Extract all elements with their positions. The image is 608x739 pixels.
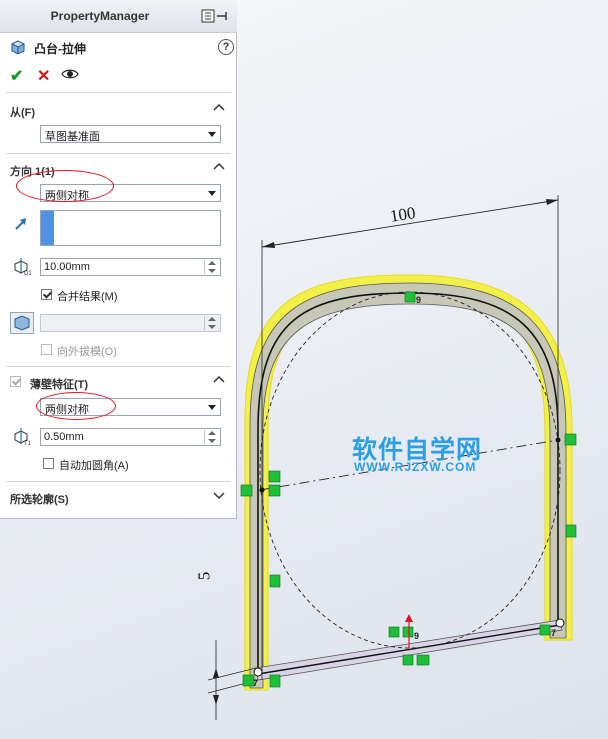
cancel-icon[interactable]: ✕ (37, 66, 50, 86)
depth-input[interactable]: 10.00mm (40, 258, 221, 276)
draft-angle-input (40, 314, 221, 332)
depth-spinner[interactable] (204, 260, 219, 274)
thickness-icon: T1 (14, 428, 32, 446)
collapse-chevron-icon[interactable] (213, 102, 225, 114)
auto-fillet-label: 自动加圆角(A) (59, 460, 129, 472)
expand-chevron-icon[interactable] (213, 489, 225, 501)
help-icon[interactable]: ? (218, 39, 234, 55)
direction-selection-box[interactable] (40, 210, 221, 246)
section-selected-contours[interactable]: 所选轮廓(S) (0, 487, 237, 509)
dimension-height[interactable]: 5 (194, 572, 214, 581)
ok-icon[interactable]: ✔ (10, 66, 23, 86)
thickness-spinner[interactable] (204, 430, 219, 444)
depth-icon: D1 (14, 258, 32, 276)
watermark-url: WWW.RJZXW.COM (354, 460, 477, 474)
annotation-circle (36, 392, 116, 420)
chevron-down-icon (208, 191, 216, 196)
collapse-chevron-icon[interactable] (213, 161, 225, 173)
relation-tag-top: 9 (416, 295, 422, 305)
annotation-circle (16, 170, 114, 202)
relation-tag-left: 7 (253, 678, 259, 688)
feature-title: 凸台-拉伸 (34, 42, 86, 56)
collapse-chevron-icon[interactable] (213, 374, 225, 386)
svg-text:D1: D1 (24, 271, 32, 276)
section-thin-feature-label: 薄壁特征(T) (30, 379, 89, 391)
thickness-input[interactable]: 0.50mm (40, 428, 221, 446)
dimension-width[interactable]: 100 (389, 203, 417, 227)
feature-header: 凸台-拉伸 ? (10, 38, 234, 56)
relation-tag-bottom: 9 (414, 631, 420, 641)
action-row: ✔ ✕ (10, 66, 90, 86)
draft-outward-checkbox (41, 344, 52, 355)
direction-arrow-icon[interactable] (13, 216, 29, 232)
boss-extrude-icon (10, 40, 26, 55)
section-from[interactable]: 从(F) (0, 100, 237, 122)
section-selected-contours-label: 所选轮廓(S) (10, 494, 69, 506)
pm-header: PropertyManager (0, 0, 237, 33)
draft-outward-label: 向外拔模(O) (57, 346, 117, 358)
chevron-down-icon (208, 132, 216, 137)
pin-icon[interactable] (200, 9, 230, 23)
section-thin-feature[interactable]: 薄壁特征(T) (0, 372, 237, 394)
merge-result-label: 合并结果(M) (57, 291, 118, 303)
from-select-value: 草图基准面 (45, 131, 100, 143)
relation-tag-right: 7 (551, 628, 557, 638)
auto-fillet-checkbox[interactable] (43, 458, 54, 469)
depth-value: 10.00mm (44, 261, 90, 273)
merge-result-checkbox[interactable] (41, 289, 52, 300)
property-manager-panel: PropertyManager 凸台-拉伸 ? ✔ ✕ 从(F) 草图基准面 方… (0, 0, 237, 519)
from-select[interactable]: 草图基准面 (40, 125, 221, 143)
pm-title: PropertyManager (50, 9, 150, 23)
thickness-value: 0.50mm (44, 431, 84, 443)
chevron-down-icon (208, 405, 216, 410)
section-from-label: 从(F) (10, 107, 36, 119)
svg-text:T1: T1 (24, 441, 32, 446)
thin-feature-checkbox[interactable] (10, 376, 21, 387)
eye-icon[interactable] (61, 67, 79, 81)
draft-icon[interactable] (10, 312, 34, 334)
